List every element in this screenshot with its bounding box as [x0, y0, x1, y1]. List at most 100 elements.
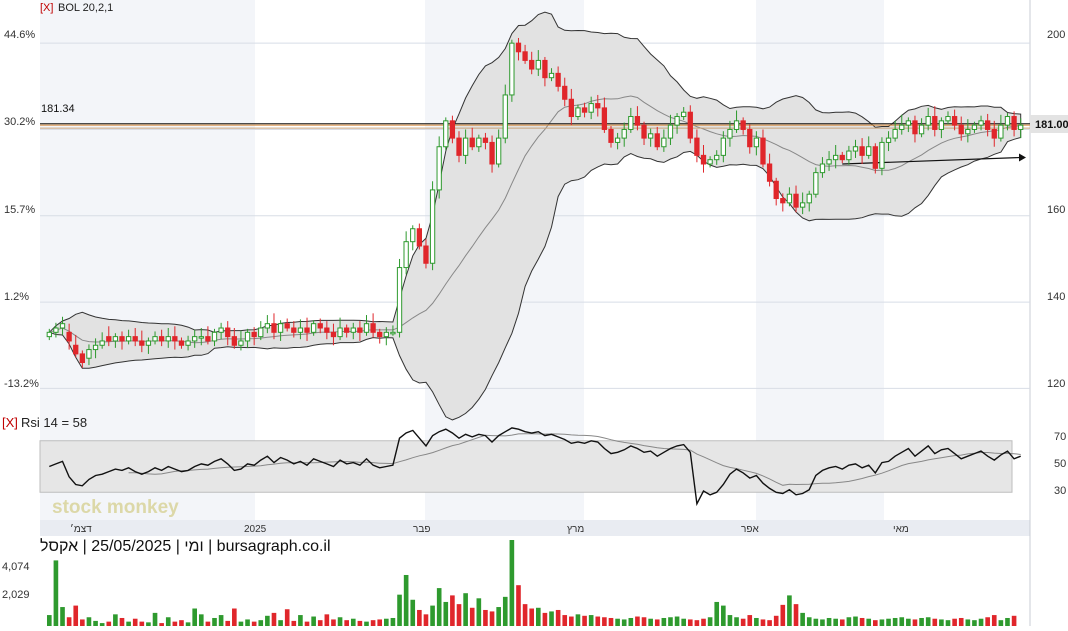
volume-bar: [892, 617, 898, 626]
volume-bar: [906, 618, 911, 626]
candle-down: [330, 331, 337, 338]
candle-up: [390, 331, 396, 335]
candle-down: [515, 42, 522, 53]
volume-bar: [278, 620, 283, 626]
volume-bar: [800, 612, 805, 626]
volume-bar: [179, 620, 184, 626]
candle-down: [158, 336, 165, 342]
candle-down: [370, 323, 376, 333]
volume-bar: [535, 607, 541, 626]
candle-up: [826, 159, 832, 165]
candle-down: [687, 111, 693, 139]
volume-bar: [344, 620, 349, 626]
candle-up: [436, 146, 442, 191]
candle-down: [489, 141, 495, 165]
volume-bar: [621, 619, 627, 626]
volume-bar: [86, 617, 92, 626]
candle-down: [839, 154, 845, 161]
volume-bar: [780, 604, 786, 626]
candle-down: [542, 59, 548, 79]
candle-down: [132, 336, 138, 342]
pct-tick: 30.2%: [4, 116, 35, 128]
candle-down: [747, 128, 753, 148]
volume-bar: [113, 614, 118, 626]
volume-bar: [331, 619, 336, 626]
volume-bar: [522, 604, 528, 626]
candle-up: [502, 94, 508, 139]
volume-bar: [53, 560, 59, 626]
volume-bar: [820, 619, 825, 626]
volume-bar: [93, 620, 98, 626]
candle-down: [423, 245, 429, 264]
candle-up: [165, 336, 171, 342]
volume-bar: [483, 609, 488, 626]
volume-bar: [602, 617, 607, 626]
price-tick: 140: [1047, 291, 1065, 303]
candle-up: [813, 172, 819, 195]
volume-bar: [410, 599, 416, 626]
candle-up: [310, 323, 317, 333]
candle-up: [145, 340, 152, 346]
volume-bar: [456, 604, 462, 626]
candle-up: [277, 323, 284, 333]
candle-up: [410, 228, 416, 243]
candle-up: [403, 241, 409, 269]
volume-tick: 2,029: [2, 589, 30, 601]
volume-bar: [265, 615, 270, 626]
candle-down: [231, 336, 237, 346]
volume-bar: [46, 615, 52, 626]
candle-up: [727, 128, 733, 139]
candle-up: [92, 344, 99, 351]
volume-bar: [476, 598, 482, 626]
volume-bar: [701, 618, 706, 626]
volume-bar: [569, 616, 574, 626]
volume-bar: [853, 616, 858, 626]
volume-bar: [707, 617, 713, 626]
volume-bar: [350, 618, 356, 626]
price-tick: 120: [1047, 378, 1065, 390]
candle-down: [119, 336, 125, 342]
volume-bar: [251, 621, 257, 626]
candle-down: [985, 120, 991, 130]
candle-down: [139, 340, 145, 346]
volume-bar: [932, 618, 938, 626]
month-label: פבר: [413, 524, 430, 535]
candle-up: [588, 103, 594, 113]
rsi-close-icon[interactable]: [X]: [2, 415, 18, 430]
candle-down: [79, 353, 85, 364]
candle-up: [152, 336, 158, 342]
volume-bar: [747, 615, 753, 626]
candle-down: [595, 103, 601, 109]
volume-bar: [139, 621, 145, 626]
candle-down: [251, 331, 257, 338]
bollinger-close-icon[interactable]: [X]: [40, 2, 53, 14]
volume-bar: [225, 620, 231, 626]
month-label: מאי: [893, 524, 909, 535]
candle-up: [819, 163, 826, 174]
candle-up: [192, 336, 198, 342]
volume-bar: [291, 620, 297, 626]
pct-tick: 44.6%: [4, 29, 35, 41]
volume-bar: [668, 617, 673, 626]
candle-up: [707, 159, 713, 165]
candle-up: [1004, 116, 1011, 126]
rsi-tick: 30: [1054, 485, 1066, 497]
candle-up: [938, 120, 945, 130]
volume-bar: [648, 618, 653, 626]
volume-bar: [859, 617, 865, 626]
candle-up: [667, 124, 674, 139]
volume-bar: [126, 621, 131, 626]
horizontal-line-label: 181.34: [41, 103, 75, 115]
candle-up: [628, 116, 634, 130]
volume-bar: [899, 617, 905, 626]
volume-bar: [562, 615, 568, 626]
volume-bar: [879, 619, 885, 626]
candle-down: [608, 128, 614, 143]
volume-bar: [945, 620, 951, 626]
volume-bar: [952, 618, 957, 626]
volume-bar: [681, 618, 686, 626]
candle-up: [885, 137, 892, 143]
candle-down: [780, 198, 786, 204]
candle-down: [773, 180, 779, 200]
volume-bar: [463, 593, 468, 626]
